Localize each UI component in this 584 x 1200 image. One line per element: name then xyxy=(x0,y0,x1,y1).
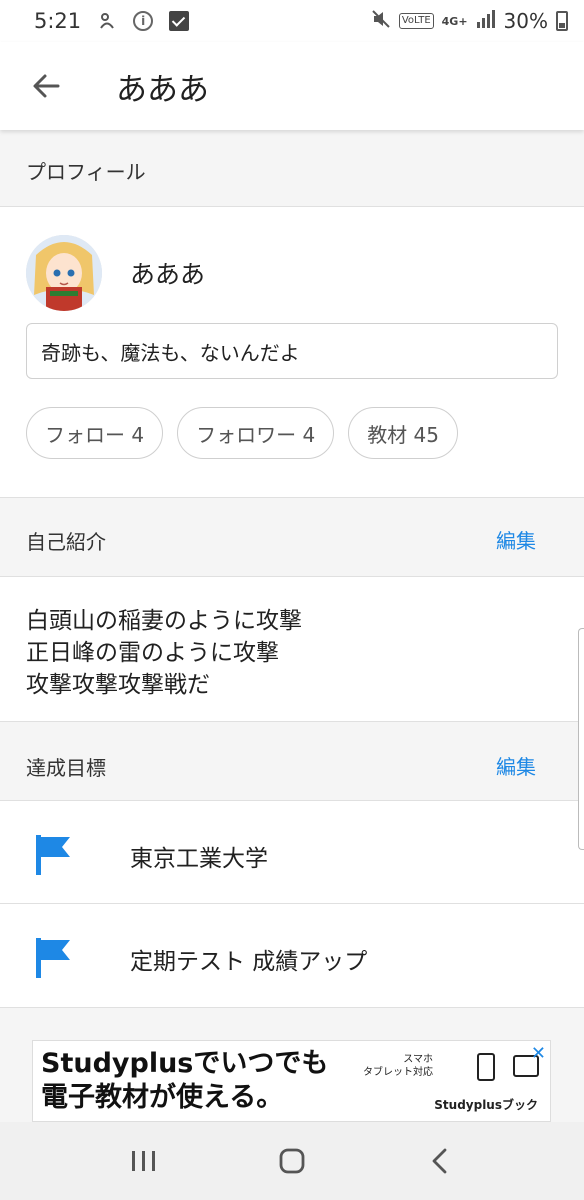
intro-card: 白頭山の稲妻のように攻撃 正日峰の雷のように攻撃 攻撃攻撃攻撃戦だ xyxy=(0,576,584,722)
motto-field: 奇跡も、魔法も、ないんだよ xyxy=(26,323,558,379)
flag-icon xyxy=(36,938,70,978)
ad-headline: Studyplusでいつでも 電子教材が使える。 xyxy=(41,1048,329,1113)
recent-apps-button[interactable] xyxy=(114,1131,174,1191)
profile-section-label: プロフィール xyxy=(26,160,146,184)
ad-subtext: スマホ タブレット対応 xyxy=(363,1054,433,1078)
arrow-left-icon xyxy=(33,74,60,98)
recent-apps-icon xyxy=(132,1151,155,1171)
system-nav-bar xyxy=(0,1122,584,1200)
goal-item[interactable]: 東京工業大学 xyxy=(0,800,584,904)
ad-close-button[interactable]: ✕ xyxy=(531,1043,546,1064)
flag-icon xyxy=(36,835,70,875)
home-icon xyxy=(279,1148,305,1174)
intro-edit-button[interactable]: 編集 xyxy=(496,525,536,554)
materials-chip[interactable]: 教材 45 xyxy=(348,407,458,459)
notification-app-icon xyxy=(97,11,117,31)
goals-section-label: 達成目標 xyxy=(26,756,106,780)
ad-banner[interactable]: Studyplusでいつでも 電子教材が使える。 スマホ タブレット対応 ✕ S… xyxy=(32,1040,551,1122)
phone-icon xyxy=(477,1053,495,1081)
profile-card: あああ 奇跡も、魔法も、ないんだよ フォロー 4 フォロワー 4 教材 45 xyxy=(0,206,584,498)
info-icon: i xyxy=(133,11,154,31)
network-type: 4G+ xyxy=(441,14,468,28)
mute-icon xyxy=(371,9,391,34)
status-time: 5:21 xyxy=(34,9,82,33)
volte-badge: VoLTE xyxy=(398,13,434,29)
intro-section-label: 自己紹介 xyxy=(26,530,106,554)
home-button[interactable] xyxy=(262,1131,322,1191)
stats-chips: フォロー 4 フォロワー 4 教材 45 xyxy=(26,407,458,459)
checkbox-notification-icon xyxy=(169,11,190,31)
profile-name: あああ xyxy=(130,260,206,289)
ad-brand: Studyplusブック xyxy=(434,1098,538,1112)
goal-item[interactable]: 定期テスト 成績アップ xyxy=(0,904,584,1008)
battery-icon xyxy=(556,11,568,31)
status-bar: 5:21 i VoLTE 4G+ 30% xyxy=(0,0,584,42)
scroll-handle[interactable] xyxy=(578,628,584,850)
back-button[interactable] xyxy=(16,56,76,116)
app-bar: あああ xyxy=(0,42,584,130)
signal-icon xyxy=(476,9,496,34)
page-title: あああ xyxy=(116,71,209,108)
goals-edit-button[interactable]: 編集 xyxy=(496,751,536,780)
chevron-left-icon xyxy=(432,1148,447,1174)
avatar[interactable] xyxy=(26,235,102,311)
goal-label: 東京工業大学 xyxy=(130,846,268,872)
battery-percent: 30% xyxy=(503,9,548,33)
follow-chip[interactable]: フォロー 4 xyxy=(26,407,164,459)
back-nav-button[interactable] xyxy=(410,1131,470,1191)
followers-chip[interactable]: フォロワー 4 xyxy=(177,407,335,459)
goal-label: 定期テスト 成績アップ xyxy=(130,949,368,975)
intro-text: 白頭山の稲妻のように攻撃 正日峰の雷のように攻撃 攻撃攻撃攻撃戦だ xyxy=(26,608,302,698)
